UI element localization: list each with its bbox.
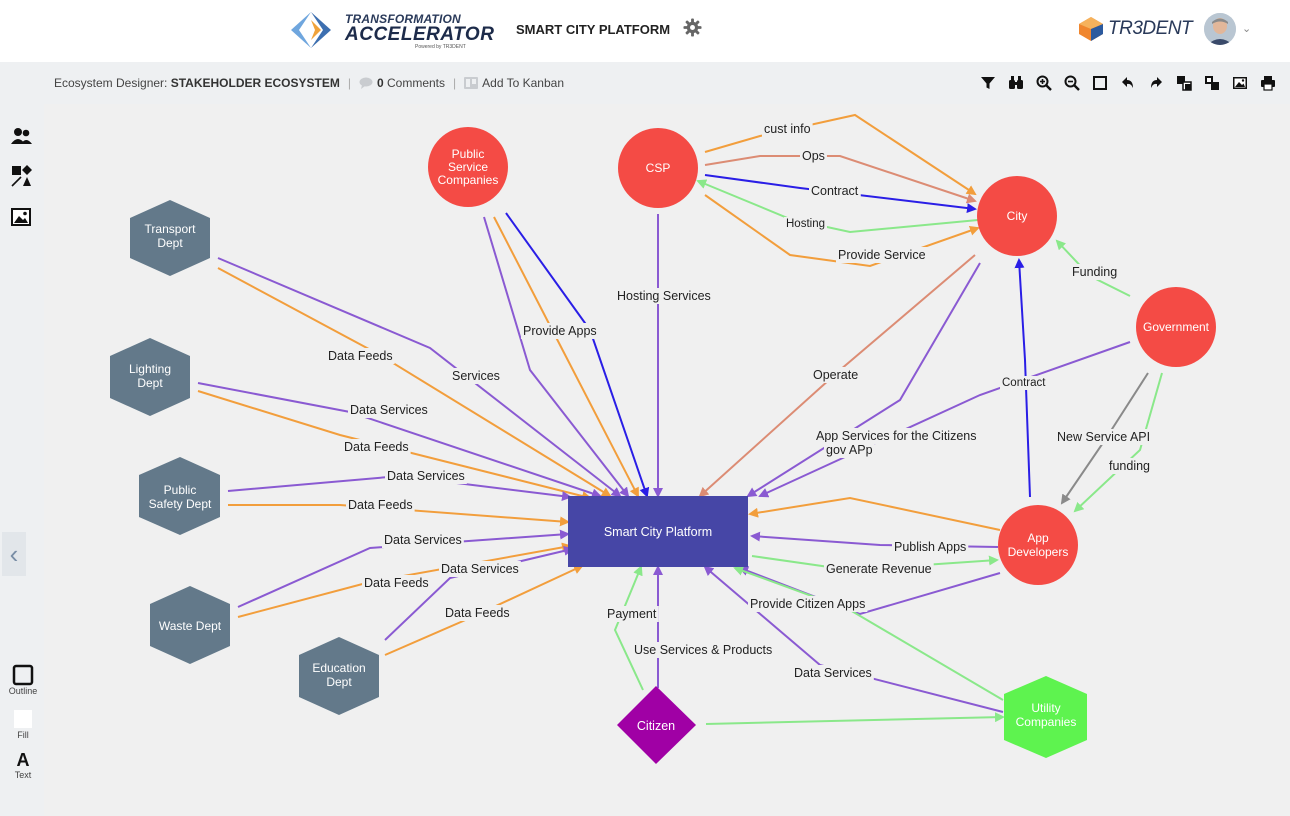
comment-icon [359, 77, 373, 89]
undo-button[interactable] [1118, 73, 1138, 93]
node-label: Government [1143, 320, 1210, 334]
logo-text: TRANSFORMATION ACCELERATOR Powered by TR… [345, 13, 494, 50]
node-smart-city-platform[interactable]: Smart City Platform [568, 496, 748, 567]
user-avatar-icon [1204, 13, 1236, 45]
chevron-down-icon[interactable]: ⌄ [1242, 22, 1251, 35]
node-label: CSP [646, 161, 671, 175]
node-label: Education [312, 661, 365, 675]
zoom-in-button[interactable] [1034, 73, 1054, 93]
kanban-label: Add To Kanban [482, 76, 564, 90]
node-label: Developers [1008, 545, 1069, 559]
node-app-developers[interactable]: App Developers [998, 505, 1078, 585]
node-government[interactable]: Government [1136, 287, 1216, 367]
image-icon [11, 208, 31, 226]
left-tool-rail: ‹ Outline Fill A Text [0, 104, 44, 816]
comments-count: 0 [376, 76, 384, 90]
node-utility-companies[interactable]: Utility Companies [1004, 676, 1087, 758]
send-back-icon [1205, 76, 1219, 90]
node-label: Public [452, 147, 485, 161]
image-icon [1233, 77, 1247, 89]
gear-icon[interactable] [683, 18, 702, 37]
avatar[interactable] [1204, 13, 1236, 45]
node-label: Dept [157, 236, 183, 250]
print-icon [1261, 76, 1275, 91]
undo-icon [1122, 77, 1133, 88]
chevron-left-icon: ‹ [9, 538, 19, 569]
outline-label: Outline [8, 686, 38, 696]
kanban-icon [464, 77, 479, 89]
filter-icon [981, 77, 995, 89]
fill-label: Fill [17, 730, 29, 740]
shapes-icon [11, 165, 32, 187]
comments-link[interactable]: 0 Comments [359, 76, 445, 90]
breadcrumb: Ecosystem Designer: STAKEHOLDER ECOSYSTE… [54, 76, 564, 90]
brand: TR3DENT [1077, 14, 1193, 44]
zoom-out-button[interactable] [1062, 73, 1082, 93]
node-label: Lighting [129, 362, 171, 376]
logo-tagline: Powered by TR3DENT [415, 44, 466, 50]
node-label: Citizen [637, 719, 675, 733]
zoom-out-icon [1064, 75, 1080, 91]
zoom-in-icon [1036, 75, 1052, 91]
people-icon [11, 128, 32, 144]
node-csp[interactable]: CSP [618, 128, 698, 208]
redo-button[interactable] [1146, 73, 1166, 93]
app-title: SMART CITY PLATFORM [516, 22, 671, 37]
node-label: Safety Dept [149, 497, 212, 511]
node-city[interactable]: City [977, 176, 1057, 256]
node-label: Public [164, 483, 197, 497]
diagram-toolbar [978, 73, 1278, 93]
top-bar: TRANSFORMATION ACCELERATOR Powered by TR… [0, 0, 1290, 62]
node-label: Transport [145, 222, 197, 236]
export-image-button[interactable] [1230, 73, 1250, 93]
fit-to-screen-button[interactable] [1090, 73, 1110, 93]
node-label: Smart City Platform [604, 525, 712, 539]
designer-name: STAKEHOLDER ECOSYSTEM [170, 76, 340, 90]
node-label: Service [448, 160, 488, 174]
add-to-kanban-link[interactable]: Add To Kanban [464, 76, 564, 90]
text-style-glyph: A [16, 750, 30, 770]
binoculars-icon [1009, 76, 1023, 89]
designer-prefix: Ecosystem Designer: [54, 76, 168, 90]
node-label: Dept [137, 376, 163, 390]
sub-toolbar: Ecosystem Designer: STAKEHOLDER ECOSYSTE… [0, 62, 1290, 104]
stakeholders-button[interactable] [10, 124, 34, 148]
bring-to-front-button[interactable] [1174, 73, 1194, 93]
transformation-accelerator-logo [291, 12, 331, 48]
text-style-button[interactable]: A Text [4, 750, 42, 780]
print-button[interactable] [1258, 73, 1278, 93]
brand-name: TR3DENT [1108, 18, 1193, 39]
outline-square-icon [12, 664, 34, 686]
node-public-service-companies[interactable]: Public Service Companies [428, 127, 508, 207]
node-label: City [1007, 209, 1028, 223]
node-label: Waste Dept [159, 619, 222, 633]
comments-label: Comments [387, 76, 446, 90]
redo-icon [1151, 77, 1162, 88]
logo-title-line2: ACCELERATOR [345, 24, 495, 45]
fill-style-button[interactable]: Fill [4, 708, 42, 740]
collapse-panel-button[interactable]: ‹ [2, 532, 26, 576]
filter-button[interactable] [978, 73, 998, 93]
fit-square-icon [1093, 76, 1107, 90]
separator: | [453, 76, 457, 90]
images-button[interactable] [10, 206, 34, 230]
tr3dent-logo-icon [1079, 17, 1103, 41]
node-label: App [1027, 531, 1049, 545]
fill-square-icon [14, 710, 32, 728]
separator: | [347, 76, 351, 90]
outline-style-button[interactable]: Outline [4, 664, 42, 696]
node-label: Dept [326, 675, 352, 689]
text-label: Text [14, 770, 32, 780]
shapes-button[interactable] [10, 164, 34, 188]
find-button[interactable] [1006, 73, 1026, 93]
node-label: Companies [1016, 715, 1077, 729]
bring-front-icon [1177, 76, 1192, 91]
send-to-back-button[interactable] [1202, 73, 1222, 93]
node-label: Companies [438, 173, 499, 187]
node-label: Utility [1031, 701, 1060, 715]
